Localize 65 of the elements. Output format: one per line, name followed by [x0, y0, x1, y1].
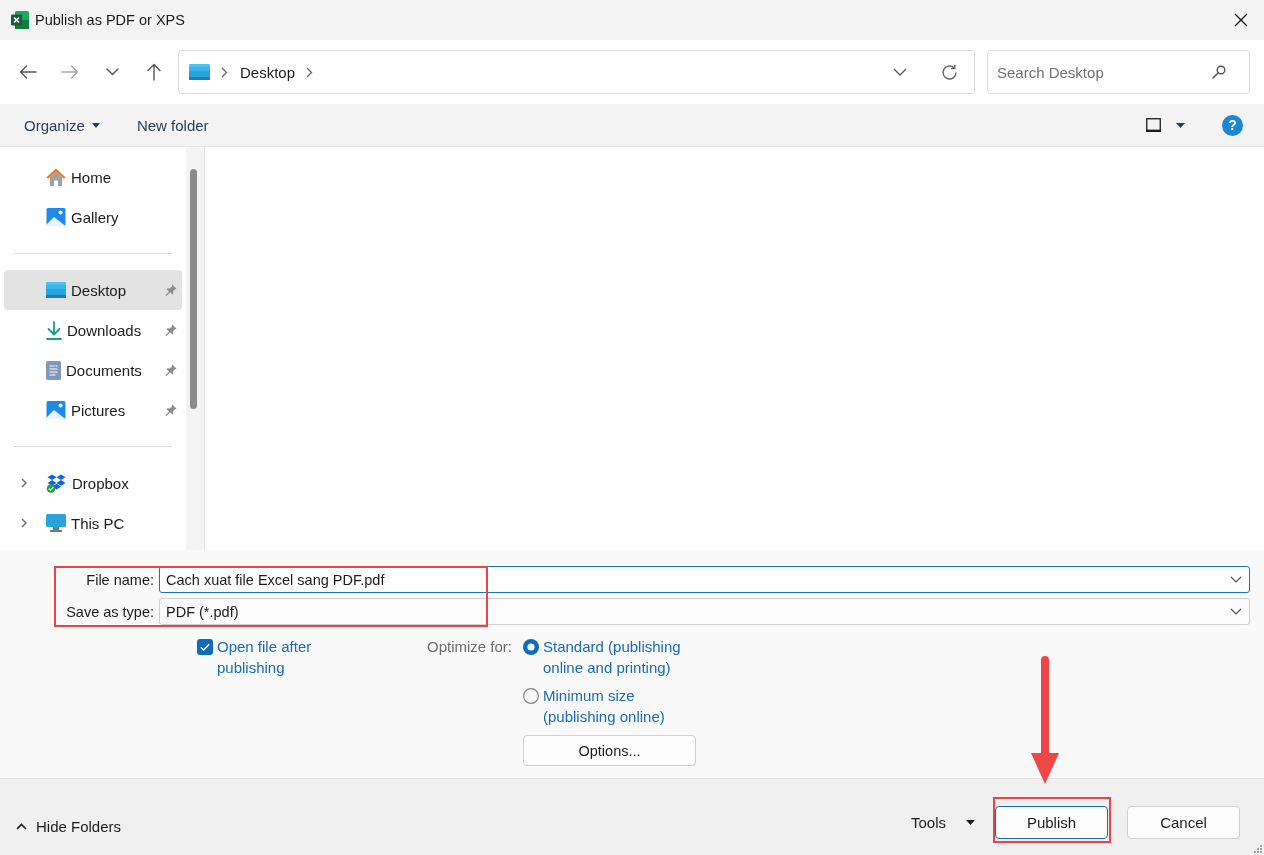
close-icon[interactable] [1234, 13, 1248, 27]
desktop-icon [46, 282, 66, 298]
chevron-down-icon[interactable] [1230, 608, 1242, 615]
breadcrumb-item[interactable]: Desktop [240, 63, 296, 81]
search-icon[interactable] [1212, 65, 1226, 79]
chevron-down-icon[interactable] [105, 68, 119, 76]
chevron-down-icon[interactable] [1230, 576, 1242, 583]
chevron-right-icon[interactable] [221, 66, 228, 78]
help-button[interactable]: ? [1222, 114, 1243, 136]
chevron-down-icon[interactable] [893, 68, 907, 76]
field-label: Save as type: [65, 603, 155, 620]
resize-grip-icon[interactable] [1253, 844, 1262, 853]
picture-icon [46, 400, 66, 420]
chevron-right-icon[interactable] [306, 66, 314, 78]
search-field[interactable]: Search Desktop [987, 50, 1250, 94]
radio-button[interactable] [523, 639, 539, 655]
pin-icon[interactable] [165, 284, 177, 296]
download-icon [46, 320, 62, 340]
spreadsheet-app-icon [11, 11, 29, 29]
sidebar-item[interactable]: Documents [4, 350, 182, 390]
refresh-icon[interactable] [941, 63, 958, 81]
arrow-up-icon[interactable] [147, 63, 161, 81]
window-title: Publish as PDF or XPS [35, 12, 186, 28]
chevron-right-icon[interactable] [21, 518, 27, 528]
sidebar-item[interactable]: This PC [4, 503, 182, 543]
address-bar[interactable]: Desktop [178, 50, 975, 94]
desktop-icon [189, 64, 210, 80]
optimize-label: Optimize for: [427, 637, 514, 657]
hide-folders-button[interactable]: Hide Folders [10, 811, 128, 841]
home-icon [46, 167, 66, 187]
sidebar-item[interactable]: Gallery [4, 197, 182, 237]
radio-button[interactable] [523, 688, 539, 704]
scrollbar[interactable] [190, 169, 197, 409]
caret-icon [966, 819, 975, 825]
checkbox[interactable] [197, 639, 213, 655]
dialog-button[interactable]: Cancel [1127, 805, 1240, 839]
radio-label[interactable]: Minimum size (publishing online) [543, 685, 698, 727]
sidebar-item[interactable]: Desktop [4, 270, 182, 310]
sidebar-item[interactable]: Dropbox [4, 463, 182, 503]
picture-icon [46, 207, 66, 227]
arrow-left-icon[interactable] [19, 65, 37, 79]
dialog-button[interactable]: Publish [995, 805, 1108, 839]
boxes-icon [46, 473, 67, 493]
square-icon[interactable] [1146, 118, 1161, 132]
pin-icon[interactable] [165, 324, 177, 336]
sidebar-item[interactable]: Pictures [4, 390, 182, 430]
options-button[interactable]: Options... [523, 735, 696, 766]
pin-icon[interactable] [165, 364, 177, 376]
radio-label[interactable]: Standard (publishing online and printing) [543, 636, 698, 678]
organize-button[interactable]: Organize [16, 110, 108, 140]
field-label: File name: [85, 571, 155, 588]
chevron-right-icon[interactable] [21, 478, 27, 488]
tools-button[interactable]: Tools [906, 807, 979, 837]
pin-icon[interactable] [165, 404, 177, 416]
caret-icon [91, 122, 100, 128]
chevron-up-icon [16, 822, 27, 830]
file-type-dropdown[interactable]: PDF (*.pdf) [159, 598, 1250, 625]
document-icon [46, 360, 61, 380]
new-folder-button[interactable]: New folder [128, 110, 217, 140]
caret-icon[interactable] [1176, 122, 1185, 128]
sidebar-item[interactable]: Downloads [4, 310, 182, 350]
checkbox-label[interactable]: Open file after publishing [217, 636, 347, 678]
computer-icon [46, 514, 66, 532]
file-name-field[interactable]: Cach xuat file Excel sang PDF.pdf [159, 566, 1250, 593]
sidebar-item[interactable]: Home [4, 157, 182, 197]
